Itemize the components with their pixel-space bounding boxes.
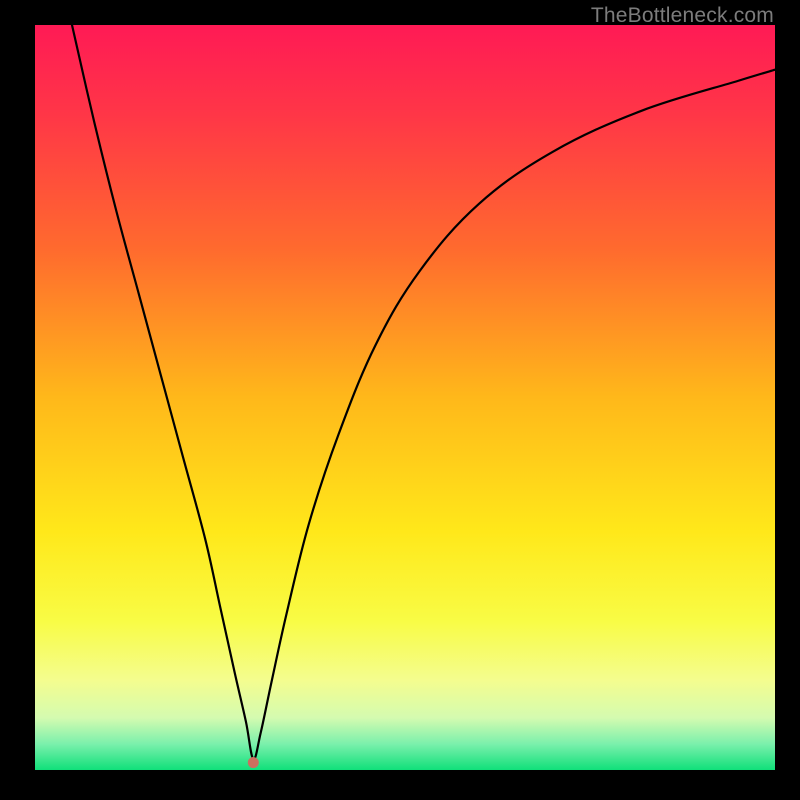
chart-frame: TheBottleneck.com <box>0 0 800 800</box>
bottleneck-chart <box>35 25 775 770</box>
min-marker <box>248 757 259 768</box>
watermark-text: TheBottleneck.com <box>591 4 774 28</box>
chart-background <box>35 25 775 770</box>
